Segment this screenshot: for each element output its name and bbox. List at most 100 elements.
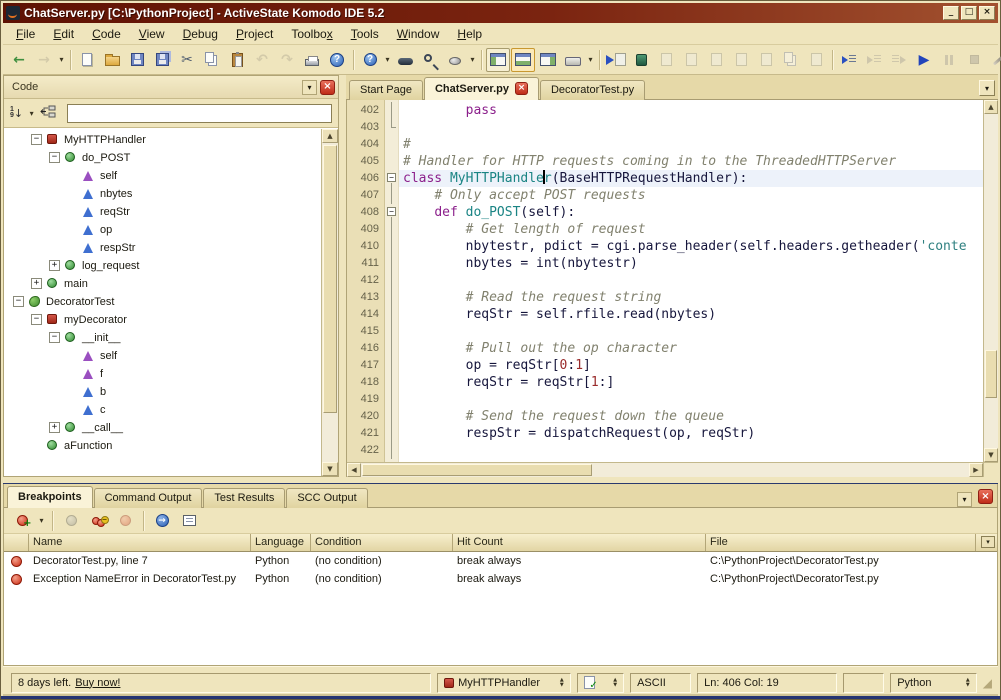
tab-decoratortest-py[interactable]: DecoratorTest.py — [540, 80, 645, 100]
forward-icon[interactable]: → — [32, 48, 56, 72]
buy-now-link[interactable]: Buy now! — [75, 677, 120, 689]
open-file-icon[interactable] — [100, 48, 124, 72]
bottom-splitter[interactable] — [3, 477, 998, 484]
tree-item-init[interactable]: −__init__ — [4, 329, 321, 347]
scroll-down-icon[interactable]: ▼ — [322, 462, 338, 476]
panel-close-icon[interactable]: × — [320, 80, 335, 95]
tree-scrollbar[interactable]: ▲ ▼ — [321, 129, 338, 476]
tree-item-self[interactable]: self — [4, 167, 321, 185]
forward-dropdown-icon[interactable]: ▾ — [57, 55, 66, 64]
output-panel-menu-icon[interactable]: ▾ — [957, 492, 972, 507]
panel-menu-icon[interactable]: ▾ — [302, 80, 317, 95]
debug-new-session-icon[interactable] — [629, 48, 653, 72]
tab-scc-output[interactable]: SCC Output — [286, 488, 367, 508]
language-field[interactable]: Python ▲▼ — [890, 673, 977, 693]
tree-item-op[interactable]: op — [4, 221, 321, 239]
fold-collapse-icon[interactable]: − — [387, 207, 396, 216]
expand-icon[interactable]: + — [49, 422, 60, 433]
find-icon[interactable] — [418, 48, 442, 72]
breakpoint-row[interactable]: Exception NameError in DecoratorTest.pyP… — [4, 570, 997, 588]
toggle-left-pane-icon[interactable] — [486, 48, 510, 72]
cut-icon[interactable]: ✂ — [175, 48, 199, 72]
close-button[interactable]: × — [979, 6, 995, 20]
check-spinner-icon[interactable]: ▲▼ — [613, 678, 617, 688]
sort-order-icon[interactable]: 19↓ — [10, 107, 23, 120]
collapse-icon[interactable]: − — [49, 332, 60, 343]
breakpoint-row[interactable]: DecoratorTest.py, line 7Python(no condit… — [4, 552, 997, 570]
maximize-button[interactable]: □ — [961, 6, 977, 20]
tree-item-f[interactable]: f — [4, 365, 321, 383]
syntax-check-field[interactable]: ▲▼ — [577, 673, 624, 693]
scrollbar-thumb[interactable] — [985, 350, 997, 398]
debug-go-icon[interactable] — [604, 48, 628, 72]
scroll-left-icon[interactable]: ◀ — [347, 463, 361, 477]
column-header-file[interactable]: File — [706, 534, 976, 551]
remove-all-breakpoints-icon[interactable] — [113, 509, 137, 533]
column-header-language[interactable]: Language — [251, 534, 311, 551]
print-icon[interactable] — [300, 48, 324, 72]
tree-item-b[interactable]: b — [4, 383, 321, 401]
step-out-icon[interactable] — [887, 48, 911, 72]
panel-splitter[interactable] — [339, 75, 346, 477]
expand-icon[interactable]: + — [49, 260, 60, 271]
tab-breakpoints[interactable]: Breakpoints — [7, 486, 93, 508]
expand-icon[interactable]: + — [31, 278, 42, 289]
collapse-icon[interactable]: − — [49, 152, 60, 163]
keybinding-icon[interactable] — [561, 48, 585, 72]
delete-breakpoint-icon[interactable] — [59, 509, 83, 533]
column-picker-icon[interactable]: ▾ — [981, 536, 995, 548]
go-to-source-icon[interactable]: → — [150, 509, 174, 533]
help-icon[interactable]: ? — [325, 48, 349, 72]
tree-item-c[interactable]: c — [4, 401, 321, 419]
tab-chatserver-py[interactable]: ChatServer.py× — [424, 77, 539, 100]
web-help-dropdown-icon[interactable]: ▾ — [383, 55, 392, 64]
collapse-icon[interactable]: − — [31, 314, 42, 325]
debug-send-icon[interactable] — [804, 48, 828, 72]
toggle-all-breakpoints-icon[interactable]: − — [86, 509, 110, 533]
tree-item-self[interactable]: self — [4, 347, 321, 365]
fold-collapse-icon[interactable]: − — [387, 173, 396, 182]
scroll-up-icon[interactable]: ▲ — [322, 129, 338, 143]
pause-icon[interactable] — [937, 48, 961, 72]
fold-margin[interactable]: −− — [385, 100, 399, 462]
debug-restart-icon[interactable] — [729, 48, 753, 72]
tree-item-decoratortest[interactable]: −DecoratorTest — [4, 293, 321, 311]
stop-icon[interactable] — [962, 48, 986, 72]
symbol-filter-input[interactable] — [67, 104, 332, 123]
encoding-field[interactable]: ASCII — [630, 673, 691, 693]
tree-item-main[interactable]: +main — [4, 275, 321, 293]
undo-icon[interactable]: ↶ — [250, 48, 274, 72]
tree-item-reqstr[interactable]: reqStr — [4, 203, 321, 221]
scroll-up-icon[interactable]: ▲ — [984, 100, 998, 114]
fold-cell[interactable]: − — [385, 170, 398, 187]
scroll-right-icon[interactable]: ▶ — [969, 463, 983, 477]
tree-item-mydecorator[interactable]: −myDecorator — [4, 311, 321, 329]
symbol-spinner-icon[interactable]: ▲▼ — [560, 678, 564, 688]
menu-window[interactable]: Window — [388, 24, 449, 44]
tree-item-call[interactable]: +__call__ — [4, 419, 321, 437]
minimize-button[interactable]: _ — [943, 6, 959, 20]
new-file-icon[interactable] — [75, 48, 99, 72]
title-bar[interactable]: ChatServer.py [C:\PythonProject] - Activ… — [3, 3, 998, 23]
scrollbar-thumb[interactable] — [362, 464, 592, 476]
breakpoint-properties-icon[interactable] — [177, 509, 201, 533]
tree-item-myhttphandler[interactable]: −MyHTTPHandler — [4, 131, 321, 149]
debug-detach-icon[interactable] — [654, 48, 678, 72]
collapse-icon[interactable]: − — [31, 134, 42, 145]
run-icon[interactable]: ▶ — [912, 48, 936, 72]
menu-debug[interactable]: Debug — [174, 24, 227, 44]
step-over-icon[interactable] — [862, 48, 886, 72]
language-spinner-icon[interactable]: ▲▼ — [966, 678, 970, 688]
debug-stop-icon[interactable] — [704, 48, 728, 72]
keybinding-dropdown-icon[interactable]: ▾ — [586, 55, 595, 64]
menu-edit[interactable]: Edit — [44, 24, 83, 44]
tree-item-nbytes[interactable]: nbytes — [4, 185, 321, 203]
menu-toolbox[interactable]: Toolbox — [282, 24, 341, 44]
menu-help[interactable]: Help — [448, 24, 491, 44]
menu-file[interactable]: File — [7, 24, 44, 44]
locate-symbol-icon[interactable] — [40, 105, 57, 122]
editor-vscrollbar[interactable]: ▲ ▼ — [983, 100, 998, 462]
tab-start-page[interactable]: Start Page — [349, 80, 423, 100]
back-icon[interactable]: ← — [7, 48, 31, 72]
tree-item-respstr[interactable]: respStr — [4, 239, 321, 257]
